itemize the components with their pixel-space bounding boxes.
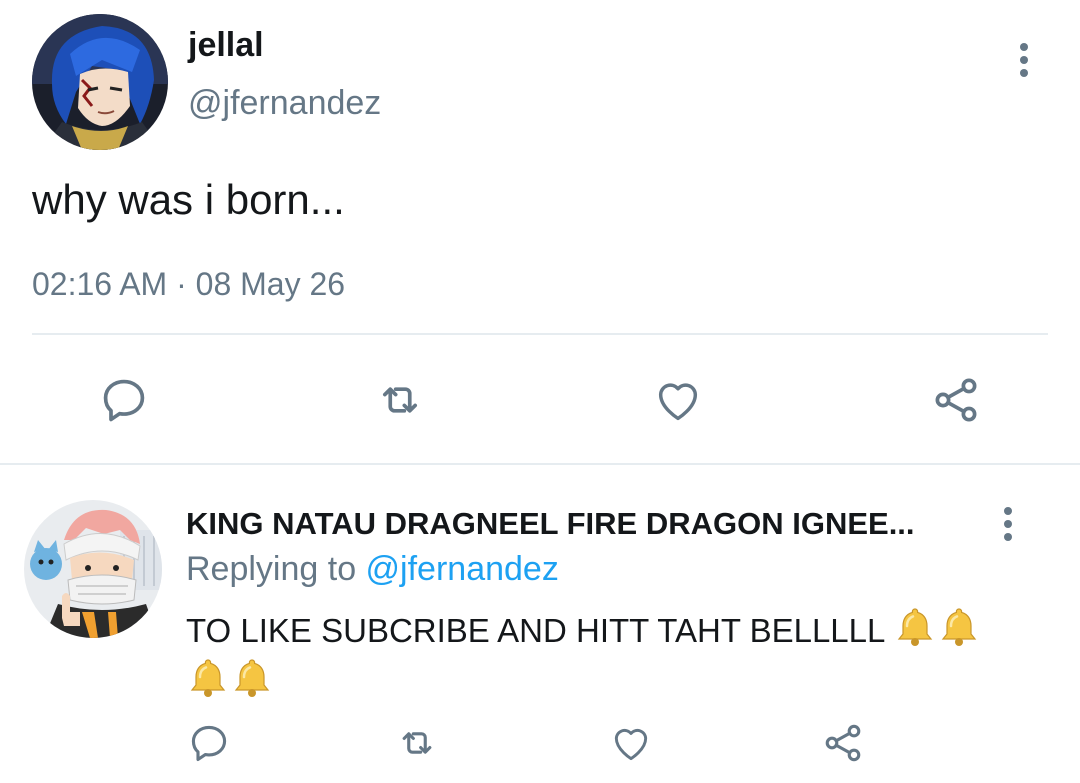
reply-text: TO LIKE SUBCRIBE AND HITT TAHT BELLLLL: [186, 604, 1016, 706]
retweet-icon: [382, 387, 418, 413]
reply-author-avatar[interactable]: [24, 500, 162, 638]
bell-emoji: [190, 659, 226, 697]
author-display-name[interactable]: jellal: [188, 26, 264, 65]
retweet-button[interactable]: [368, 370, 432, 430]
share-icon: [935, 378, 977, 422]
replying-to-mention[interactable]: @jfernandez: [366, 550, 559, 588]
replying-to: Replying to @jfernandez: [186, 550, 559, 589]
tweet-time: 02:16 AM: [32, 266, 168, 302]
speech-bubble-icon: [191, 725, 227, 762]
heart-icon: [614, 728, 648, 761]
like-button[interactable]: [646, 370, 710, 430]
bell-emoji-group: [893, 604, 981, 648]
bell-emoji-group: [186, 655, 274, 699]
reply-retweet-button[interactable]: [392, 718, 442, 768]
more-vertical-icon[interactable]: [1004, 40, 1044, 80]
tweet-date: 08 May 26: [195, 266, 346, 302]
reply-reply-button[interactable]: [184, 718, 234, 768]
bell-emoji: [898, 608, 933, 646]
share-icon: [825, 724, 861, 762]
author-handle[interactable]: @jfernandez: [188, 84, 381, 123]
heart-icon: [658, 383, 698, 421]
section-divider: [0, 463, 1080, 465]
reply-share-button[interactable]: [818, 718, 868, 768]
replying-to-label: Replying to: [186, 550, 366, 588]
share-button[interactable]: [924, 370, 988, 430]
tweet-divider: [32, 333, 1048, 335]
tweet-text: why was i born...: [32, 176, 345, 223]
meta-separator: ·: [176, 266, 187, 302]
tweet-timestamp[interactable]: 02:16 AM · 08 May 26: [32, 266, 345, 303]
speech-bubble-icon: [103, 379, 145, 422]
reply-button[interactable]: [92, 370, 156, 430]
bell-emoji: [942, 608, 977, 646]
retweet-icon: [402, 732, 432, 754]
bell-emoji: [234, 659, 270, 697]
author-avatar[interactable]: [32, 14, 168, 150]
reply-like-button[interactable]: [606, 718, 656, 768]
reply-author-display-name[interactable]: KING NATAU DRAGNEEL FIRE DRAGON IGNEE...: [186, 506, 915, 542]
more-vertical-icon[interactable]: [990, 506, 1026, 542]
reply-text-body: TO LIKE SUBCRIBE AND HITT TAHT BELLLLL: [186, 612, 885, 649]
